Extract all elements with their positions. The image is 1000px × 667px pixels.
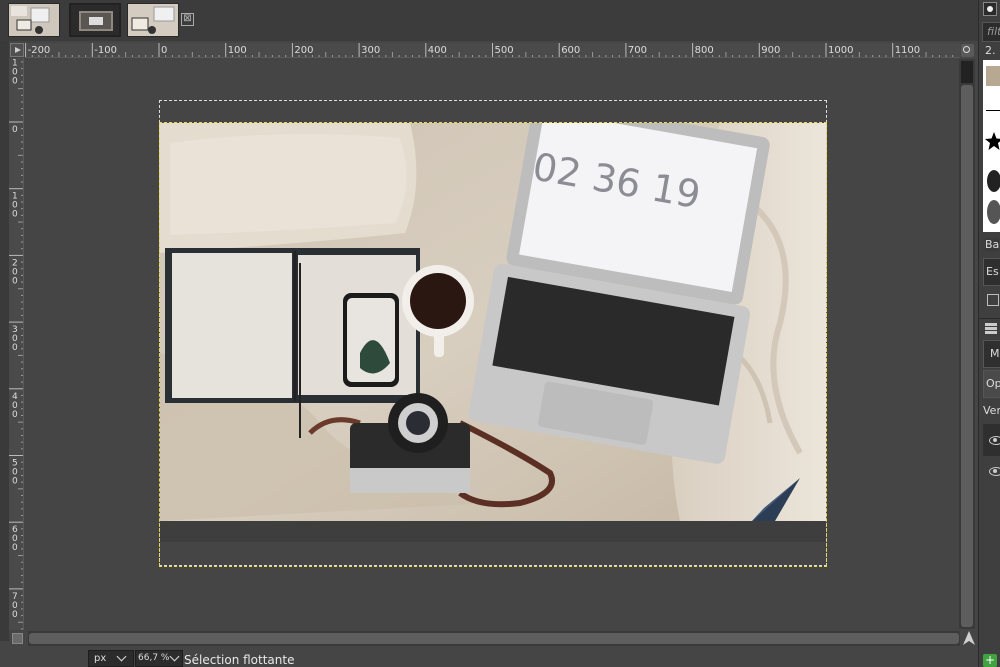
magnifier-icon: [963, 46, 970, 53]
mode-label: M: [990, 347, 1000, 360]
left-edge-strip: [0, 41, 9, 641]
zoom-to-fit-button[interactable]: [961, 44, 974, 57]
star-brush-icon[interactable]: [985, 132, 1000, 150]
tab-image-3[interactable]: [127, 3, 179, 37]
eye-visibility-icon[interactable]: [989, 467, 1000, 476]
horizontal-scrollbar-thumb[interactable]: [29, 633, 959, 644]
ruler-h-label: 800: [695, 45, 714, 56]
layers-icon[interactable]: [985, 322, 997, 334]
image-tabs-bar: ⊠: [0, 0, 978, 41]
lock-label: Ver: [983, 404, 1000, 417]
layer-mode-select[interactable]: M: [983, 340, 1000, 368]
opacity-label: Op: [986, 377, 1000, 390]
spacing-label: Es: [986, 265, 999, 278]
ruler-v-label-digit: 0: [12, 543, 18, 553]
filter-input[interactable]: filt: [982, 22, 1000, 42]
ruler-h-label: -200: [28, 45, 51, 56]
chevron-down-icon: [116, 651, 127, 662]
vertical-scrollbar-thumb[interactable]: [961, 85, 973, 627]
ruler-h-label: 500: [495, 45, 514, 56]
ruler-h-label: 1100: [895, 45, 920, 56]
tab-brushes[interactable]: Ba: [985, 238, 1000, 251]
right-dock: filt 2. Ba Es M Op Ver: [978, 0, 1000, 667]
line-brush-item[interactable]: [986, 110, 1000, 111]
status-message: Sélection flottante: [184, 653, 295, 667]
texture-brush-item[interactable]: [987, 200, 1000, 224]
ruler-h-label: 300: [361, 45, 380, 56]
opacity-field[interactable]: Op: [983, 370, 1000, 398]
ruler-h-label: 0: [161, 45, 167, 56]
tab-image-1[interactable]: [8, 3, 60, 37]
status-bar: px 66,7 % Sélection flottante: [0, 648, 978, 667]
eye-visibility-icon[interactable]: [989, 436, 1000, 445]
quick-mask-toggle-button[interactable]: [12, 633, 23, 644]
ruler-v-label-digit: 0: [12, 343, 18, 353]
ruler-h-label: 200: [294, 45, 313, 56]
vertical-ruler[interactable]: 1000100200300400500600700: [9, 58, 24, 630]
unit-select[interactable]: px: [88, 650, 134, 667]
brush-list[interactable]: [983, 60, 1000, 232]
ruler-h-label: 700: [628, 45, 647, 56]
unit-value: px: [94, 653, 107, 664]
vertical-scrollbar[interactable]: [959, 59, 975, 629]
floating-selection-marquee: [159, 122, 827, 567]
ruler-h-label: 100: [228, 45, 247, 56]
ruler-h-label: -100: [94, 45, 117, 56]
triangle-right-icon: [15, 47, 21, 53]
horizontal-scrollbar[interactable]: [28, 631, 960, 646]
layer-row-selected[interactable]: [983, 424, 1000, 456]
image-canvas[interactable]: 02 36 19: [25, 59, 959, 629]
ruler-v-label-digit: 0: [12, 125, 18, 135]
new-layer-button[interactable]: +: [983, 654, 997, 667]
circle-brush-icon: [987, 6, 993, 12]
navigate-icon[interactable]: [962, 630, 976, 646]
horizontal-ruler[interactable]: -200 -100 0 100 200 300 400 500 600 700 800 900 1000…: [25, 43, 960, 58]
ruler-corner-menu-button[interactable]: [10, 43, 24, 57]
brush-list-label: 2.: [985, 44, 996, 57]
texture-brush-item[interactable]: [987, 170, 1000, 192]
ruler-h-label: 900: [761, 45, 780, 56]
zoom-value: 66,7 %: [138, 653, 170, 663]
brush-view-toggle[interactable]: [983, 2, 997, 16]
dock-separator: [979, 318, 1000, 319]
close-tabs-icon[interactable]: ⊠: [181, 13, 194, 26]
chevron-down-icon: [169, 651, 180, 662]
ruler-v-label-digit: 0: [12, 210, 18, 220]
ruler-v-label-digit: 0: [12, 276, 18, 286]
layer-row[interactable]: [983, 458, 1000, 486]
ruler-v-label-digit: 0: [12, 610, 18, 620]
ruler-v-label-digit: 0: [12, 76, 18, 86]
zoom-select[interactable]: 66,7 %: [135, 650, 183, 667]
vertical-scrollbar-top: [961, 61, 973, 83]
tab-image-2[interactable]: [69, 3, 121, 37]
ruler-h-label: 1000: [828, 45, 853, 56]
image-brush-item[interactable]: [986, 66, 1000, 86]
gimp-window: ⊠ -200 -100 0 100 200 300 400 500 600 700 800 900 10…: [0, 0, 1000, 667]
ruler-h-label: 600: [561, 45, 580, 56]
edit-brush-icon[interactable]: [987, 294, 999, 306]
spacing-field[interactable]: Es: [983, 258, 1000, 286]
ruler-v-label-digit: 0: [12, 410, 18, 420]
ruler-h-label: 400: [428, 45, 447, 56]
ruler-v-label-digit: 0: [12, 477, 18, 487]
